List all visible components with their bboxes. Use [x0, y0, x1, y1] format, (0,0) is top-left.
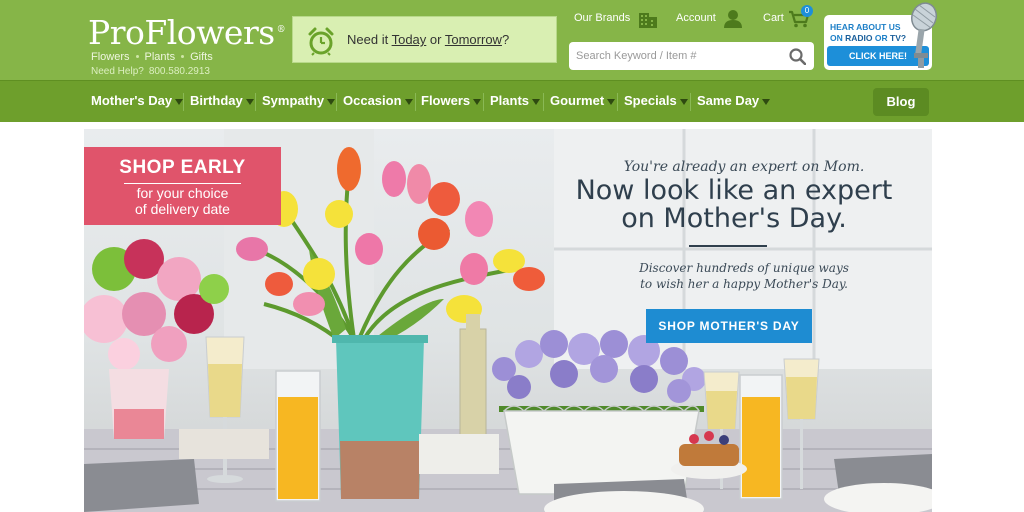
help-label: Need Help? [91, 66, 144, 77]
caret-down-icon [327, 98, 336, 105]
delivery-prefix: Need it [347, 32, 389, 47]
logo-text: ProFlowers [88, 13, 275, 52]
nav-mothers-day-label: Mother's Day [91, 93, 173, 108]
tagline-gifts: Gifts [190, 51, 213, 63]
nav-plants[interactable]: Plants [490, 93, 541, 108]
search-input[interactable] [576, 42, 786, 70]
search-icon[interactable] [789, 48, 806, 65]
our-brands-link[interactable]: Our Brands [574, 12, 630, 24]
site-header: ProFlowers ® Flowers Plants Gifts Need Help… [0, 0, 1024, 80]
nav-flowers-label: Flowers [421, 93, 471, 108]
shop-early-banner[interactable]: SHOP EARLY for your choice of delivery d… [84, 147, 281, 225]
radio-promo-text: HEAR ABOUT US ON RADIO OR TV? [830, 22, 906, 44]
help-line: Need Help? 800.580.2913 [91, 66, 210, 77]
caret-down-icon [473, 98, 482, 105]
delivery-text: Need it Today or Tomorrow? [347, 32, 509, 47]
blog-button[interactable]: Blog [873, 88, 929, 116]
delivery-or: or [429, 32, 442, 47]
building-icon[interactable] [637, 9, 659, 29]
hero-headline: Now look like an expert on Mother's Day. [544, 177, 924, 233]
shop-early-line1: for your choice [136, 185, 229, 201]
nav-divider [415, 93, 416, 111]
shop-mothers-day-button[interactable]: SHOP MOTHER'S DAY [646, 309, 812, 343]
tagline-dot [181, 55, 185, 58]
hero-subtext-line1: Discover hundreds of unique ways [639, 261, 849, 275]
nav-occasion-label: Occasion [343, 93, 402, 108]
shop-early-line2: of delivery date [135, 201, 230, 217]
juice-glass-right [739, 374, 783, 500]
nav-sympathy-label: Sympathy [262, 93, 325, 108]
nav-specials[interactable]: Specials [624, 93, 688, 108]
nav-gourmet[interactable]: Gourmet [550, 93, 616, 108]
nav-flowers[interactable]: Flowers [421, 93, 482, 108]
nav-sympathy[interactable]: Sympathy [262, 93, 336, 108]
nav-plants-label: Plants [490, 93, 530, 108]
hero-headline-line2: on Mother's Day. [621, 203, 847, 234]
promo-divider [124, 183, 241, 184]
nav-divider [690, 93, 691, 111]
hero-headline-line1: Now look like an expert [575, 175, 893, 206]
cart-count-badge: 0 [801, 5, 813, 17]
hero-subtext-line2: to wish her a happy Mother's Day. [640, 277, 848, 291]
nav-divider [543, 93, 544, 111]
hero-subtext: Discover hundreds of unique ways to wish… [564, 260, 924, 292]
proflowers-logo[interactable]: ProFlowers ® [88, 12, 286, 52]
tagline-plants: Plants [144, 51, 176, 63]
microphone-icon [910, 2, 938, 68]
hero-kicker: You're already an expert on Mom. [623, 159, 865, 175]
radio-promo-line2: ON RADIO OR TV? [830, 33, 906, 44]
search-bar [569, 42, 814, 70]
caret-down-icon [679, 98, 688, 105]
delivery-box: Need it Today or Tomorrow? [292, 16, 557, 63]
nav-same-day-label: Same Day [697, 93, 760, 108]
nav-divider [617, 93, 618, 111]
today-link[interactable]: Today [392, 32, 427, 47]
tagline-flowers: Flowers [91, 51, 130, 63]
caret-down-icon [175, 98, 184, 105]
help-phone[interactable]: 800.580.2913 [149, 66, 210, 77]
champagne-bottle [459, 314, 487, 450]
nav-divider [483, 93, 484, 111]
tomorrow-link[interactable]: Tomorrow [445, 32, 502, 47]
logo-registered: ® [276, 25, 286, 35]
nav-birthday[interactable]: Birthday [190, 93, 254, 108]
nav-divider [255, 93, 256, 111]
shop-early-subtitle: for your choice of delivery date [84, 185, 281, 217]
radio-promo-or: OR [874, 33, 888, 43]
tagline-dot [135, 55, 139, 58]
nav-occasion[interactable]: Occasion [343, 93, 413, 108]
hero-divider [689, 245, 767, 247]
main-nav: Mother's Day Birthday Sympathy Occasion … [0, 80, 1024, 122]
logo-tagline: Flowers Plants Gifts [91, 51, 213, 63]
cart-link[interactable]: Cart [763, 12, 784, 24]
shop-early-title: SHOP EARLY [119, 157, 246, 178]
nav-divider [183, 93, 184, 111]
nav-mothers-day[interactable]: Mother's Day [91, 93, 184, 108]
alarm-clock-icon [308, 27, 334, 56]
account-icon[interactable] [723, 9, 743, 28]
caret-down-icon [762, 98, 771, 105]
radio-promo-radio: RADIO [845, 33, 873, 43]
teal-vase [332, 335, 428, 499]
account-link[interactable]: Account [676, 12, 716, 24]
nav-same-day[interactable]: Same Day [697, 93, 771, 108]
radio-promo-line1: HEAR ABOUT US [830, 22, 901, 32]
radio-promo-on: ON [830, 33, 843, 43]
delivery-suffix: ? [501, 32, 510, 47]
caret-down-icon [404, 98, 413, 105]
caret-down-icon [607, 98, 616, 105]
nav-gourmet-label: Gourmet [550, 93, 605, 108]
caret-down-icon [532, 98, 541, 105]
nav-divider [336, 93, 337, 111]
caret-down-icon [245, 98, 254, 105]
hero-banner[interactable]: SHOP EARLY for your choice of delivery d… [84, 129, 932, 512]
nav-specials-label: Specials [624, 93, 677, 108]
nav-birthday-label: Birthday [190, 93, 243, 108]
juice-glass-left [275, 370, 321, 502]
